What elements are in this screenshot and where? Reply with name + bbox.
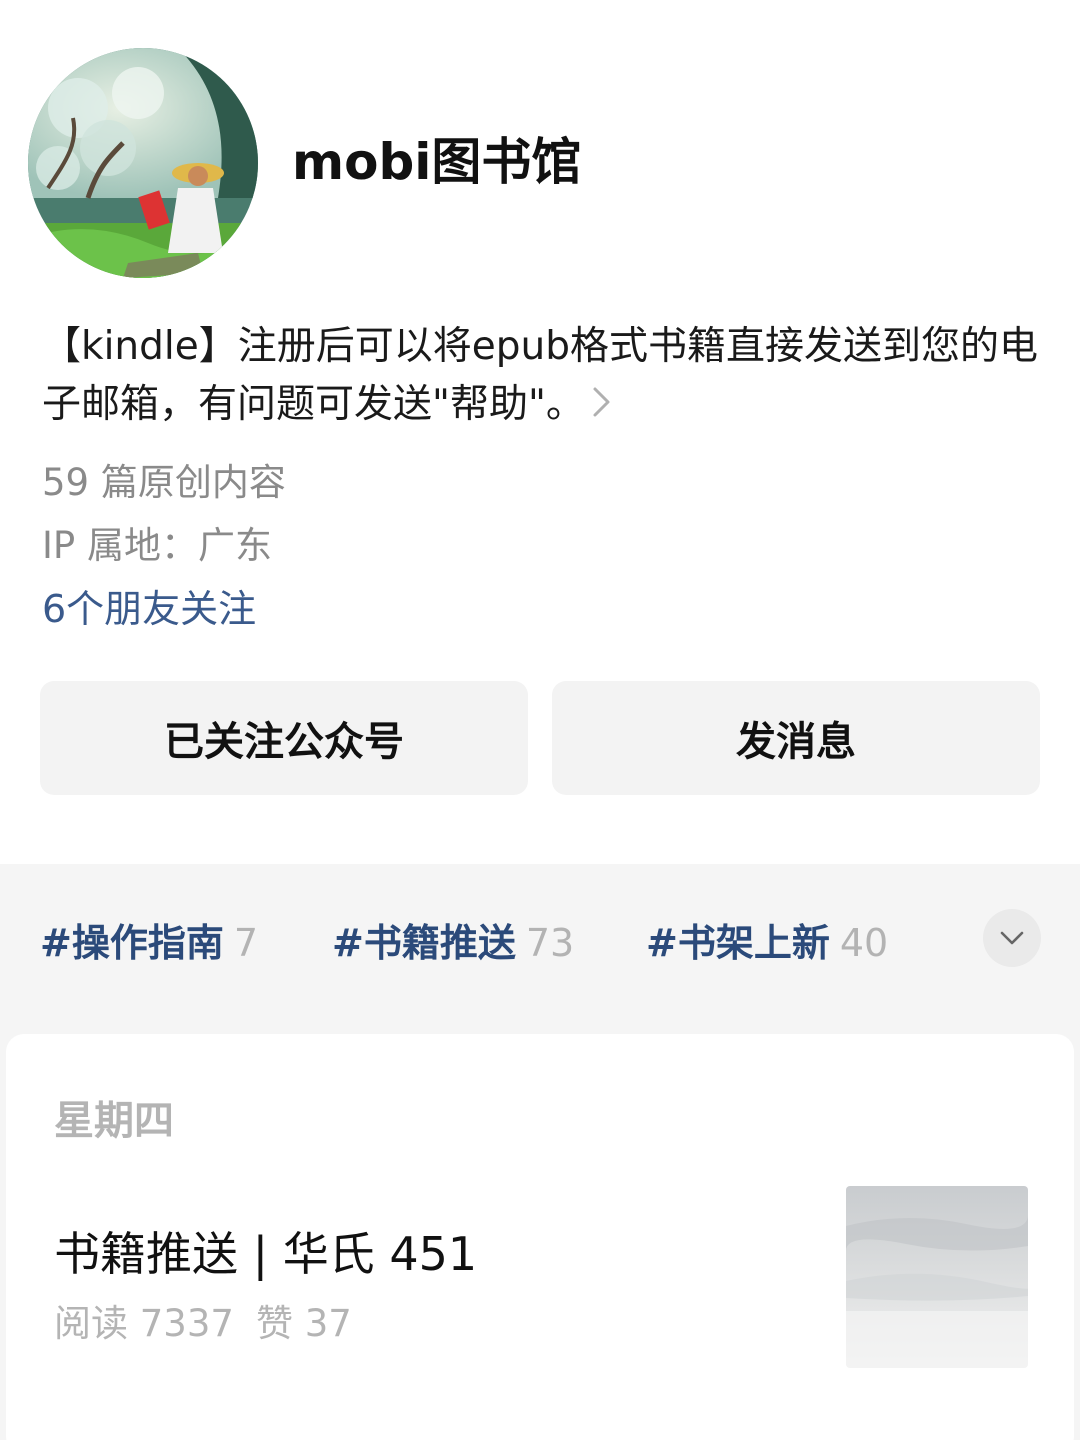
article-title[interactable]: 书籍推送 | 华氏 451: [54, 1218, 477, 1284]
profile-header: mobi图书馆: [0, 0, 1080, 300]
topic-tag-label: #操作指南: [40, 921, 224, 965]
topic-tag[interactable]: #书架上新 40: [646, 912, 888, 967]
expand-topics-button[interactable]: [983, 909, 1041, 967]
article-thumbnail[interactable]: [846, 1186, 1028, 1368]
like-count: 赞 37: [255, 1302, 352, 1345]
topic-tag-count: 73: [525, 921, 575, 965]
original-content-count: 59 篇原创内容: [42, 461, 286, 504]
ip-location: IP 属地：广东: [42, 524, 272, 567]
account-name: mobi图书馆: [292, 133, 582, 191]
send-message-button[interactable]: 发消息: [552, 681, 1040, 795]
chevron-down-icon: [1000, 931, 1024, 945]
avatar[interactable]: [28, 48, 258, 278]
snow-thumbnail-image: [846, 1186, 1028, 1368]
avatar-image: [28, 48, 258, 278]
topic-tag-label: #书架上新: [646, 921, 830, 965]
account-profile-page: mobi图书馆 【kindle】注册后可以将epub格式书籍直接发送到您的电子邮…: [0, 0, 1080, 1440]
topic-tag-label: #书籍推送: [332, 921, 516, 965]
topic-tag[interactable]: #操作指南 7: [40, 912, 258, 967]
topic-tag-count: 40: [839, 921, 889, 965]
friends-following-link[interactable]: 6个朋友关注: [42, 578, 256, 633]
topic-tag[interactable]: #书籍推送 73: [332, 912, 574, 967]
read-count: 阅读 7337: [54, 1302, 234, 1345]
topic-tag-count: 7: [233, 921, 259, 965]
day-label: 星期四: [54, 1098, 174, 1144]
chevron-right-icon[interactable]: [591, 376, 613, 434]
description-text: 【kindle】注册后可以将epub格式书籍直接发送到您的电子邮箱，有问题可发送…: [42, 324, 1038, 427]
article-stats: 阅读 7337 赞 37: [54, 1293, 352, 1347]
account-description[interactable]: 【kindle】注册后可以将epub格式书籍直接发送到您的电子邮箱，有问题可发送…: [42, 318, 1042, 434]
followed-account-button[interactable]: 已关注公众号: [40, 681, 528, 795]
